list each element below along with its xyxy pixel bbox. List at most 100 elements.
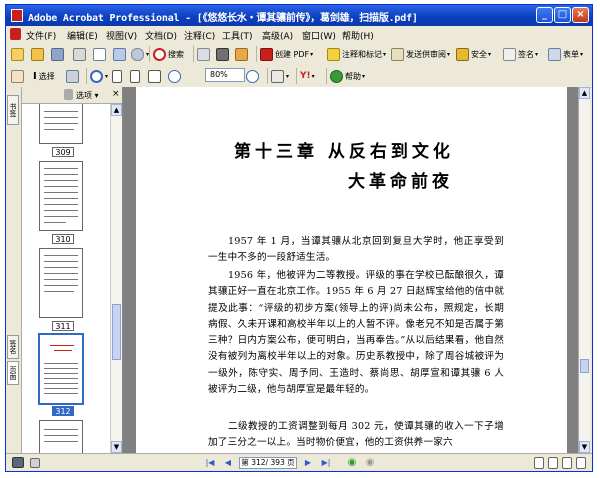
yahoo-icon: Y! [300, 71, 311, 81]
menu-advanced[interactable]: 高级(A) [262, 29, 293, 42]
hand-tool-button[interactable] [11, 68, 26, 84]
options-menu[interactable]: 选项 ▾ [76, 90, 99, 101]
email-button[interactable] [93, 46, 108, 62]
menu-view[interactable]: 视图(V) [106, 29, 137, 42]
first-page-button[interactable]: |◀ [204, 457, 216, 469]
scroll-down-arrow[interactable]: ▼ [111, 441, 122, 453]
paperclip-icon [131, 47, 144, 61]
sign-button[interactable]: 签名 ▾ [503, 46, 538, 62]
thumbnail-scroll-thumb[interactable] [112, 304, 121, 360]
last-page-button[interactable]: ▶| [320, 457, 332, 469]
email-icon [93, 47, 106, 61]
page-thumbnail-311[interactable] [39, 248, 83, 318]
page-thumbnail-313[interactable] [39, 420, 83, 453]
tab-bookmarks[interactable]: 书签 [7, 95, 19, 125]
previous-page-button[interactable]: ◀ [222, 457, 234, 469]
create-icon [11, 47, 24, 61]
send-review-button[interactable]: 发送供审阅 ▾ [391, 46, 450, 62]
fit-width-button[interactable] [148, 68, 163, 84]
close-panel-button[interactable]: × [112, 89, 120, 99]
doc-scroll-up-arrow[interactable]: ▲ [579, 87, 590, 99]
page-thumbnail-309[interactable] [39, 104, 83, 144]
window-title: Adobe Acrobat Professional - [《悠悠长水・谭其骧前… [28, 13, 418, 24]
tab-pages[interactable]: 页面 [7, 361, 19, 385]
previous-view-button[interactable]: ◉ [346, 457, 358, 469]
stamp-button[interactable] [197, 46, 212, 62]
menu-document[interactable]: 文档(D) [145, 29, 177, 42]
secure-button[interactable]: 安全 ▾ [456, 46, 491, 62]
chapter-title-line1: 第十三章 从反右到文化 [234, 142, 454, 162]
rotate-view-button[interactable]: ▾ [271, 68, 289, 84]
menu-tools[interactable]: 工具(T) [222, 29, 253, 42]
search-icon [153, 47, 166, 61]
scroll-up-arrow[interactable]: ▲ [111, 104, 122, 116]
single-page-icon[interactable] [534, 457, 544, 469]
actual-size-button[interactable] [112, 68, 124, 84]
menu-help[interactable]: 帮助(H) [342, 29, 374, 42]
paragraph-1: 1957 年 1 月，当谭其骧从北京回到复旦大学时，他正享受到一生中不多的一段舒… [208, 236, 504, 264]
menu-edit[interactable]: 编辑(E) [67, 29, 98, 42]
save-button[interactable] [51, 46, 66, 62]
maximize-button[interactable]: □ [554, 7, 571, 23]
organize-button[interactable] [113, 46, 128, 62]
next-view-button[interactable]: ◉ [364, 457, 376, 469]
status-bar: |◀ ◀ 第 312/ 393 页 ▶ ▶| ◉ ◉ [6, 453, 592, 471]
snapshot-icon [66, 69, 79, 83]
document-scrollbar[interactable]: ▲ ▼ [578, 87, 590, 453]
actual-size-icon [112, 69, 122, 83]
document-view[interactable]: 第十三章 从反右到文化 大革命前夜 1957 年 1 月，当谭其骧从北京回到复旦… [123, 87, 578, 453]
continuous-facing-icon[interactable] [576, 457, 586, 469]
help-button[interactable]: 帮助 ▾ [330, 68, 365, 84]
page-label-311[interactable]: 311 [52, 321, 74, 331]
acrobat-window: Adobe Acrobat Professional - [《悠悠长水・谭其骧前… [5, 4, 593, 472]
save-icon [51, 47, 64, 61]
forms-button[interactable]: 表单 ▾ [548, 46, 583, 62]
doc-scroll-down-arrow[interactable]: ▼ [579, 441, 590, 453]
title-bar[interactable]: Adobe Acrobat Professional - [《悠悠长水・谭其骧前… [6, 5, 592, 26]
menu-comments[interactable]: 注释(C) [184, 29, 215, 42]
fit-page-button[interactable] [130, 68, 142, 84]
zoom-tool-button[interactable]: ▾ [90, 68, 108, 84]
attach-button[interactable]: ▾ [131, 46, 149, 62]
acrobat-app-icon[interactable] [11, 9, 23, 22]
window-view-icon[interactable] [12, 457, 24, 468]
zoom-in-button[interactable] [246, 68, 261, 84]
printer-button[interactable] [235, 46, 250, 62]
facing-icon[interactable] [562, 457, 572, 469]
page-label-309[interactable]: 309 [52, 147, 74, 157]
doc-scroll-thumb[interactable] [580, 359, 589, 373]
page-thumbnail-312[interactable] [38, 333, 84, 405]
zoom-in-icon [246, 69, 259, 83]
camera-button[interactable] [216, 46, 231, 62]
page-size-icon[interactable] [30, 458, 40, 468]
toolbar-tasks: ▾ 搜索 创建 PDF ▾ 注释和标记 ▾ 发送供审阅 ▾ 安全 ▾ 签名 ▾ 表单 ▾ [6, 43, 592, 66]
page-number-field[interactable]: 第 312/ 393 页 [239, 457, 297, 469]
printer-icon [235, 47, 248, 61]
next-page-button[interactable]: ▶ [302, 457, 314, 469]
document-icon [10, 28, 21, 40]
review-icon [391, 47, 404, 61]
menu-file[interactable]: 文件(F) [26, 29, 56, 42]
page-label-310[interactable]: 310 [52, 234, 74, 244]
close-button[interactable]: × [572, 7, 589, 23]
chapter-title-line2: 大革命前夜 [348, 172, 453, 192]
create-button[interactable] [11, 46, 26, 62]
snapshot-button[interactable] [66, 68, 81, 84]
trash-icon[interactable] [64, 89, 73, 100]
yahoo-search-button[interactable]: Y! ▾ [300, 68, 315, 84]
menu-window[interactable]: 窗口(W) [302, 29, 336, 42]
select-tool-button[interactable]: I 选择 [33, 68, 55, 84]
tab-signatures[interactable]: 签名 [7, 335, 19, 359]
zoom-level-select[interactable]: 80% [205, 68, 245, 82]
create-pdf-button[interactable]: 创建 PDF ▾ [260, 46, 313, 62]
thumbnail-scrollbar[interactable]: ▲ ▼ [110, 104, 122, 453]
continuous-icon[interactable] [548, 457, 558, 469]
open-button[interactable] [31, 46, 46, 62]
page-thumbnail-310[interactable] [39, 161, 83, 231]
comment-markup-button[interactable]: 注释和标记 ▾ [327, 46, 386, 62]
print-button[interactable] [73, 46, 88, 62]
page-label-312[interactable]: 312 [52, 406, 74, 416]
zoom-out-button[interactable] [168, 68, 183, 84]
search-button[interactable]: 搜索 [153, 46, 184, 62]
minimize-button[interactable]: _ [536, 7, 553, 23]
